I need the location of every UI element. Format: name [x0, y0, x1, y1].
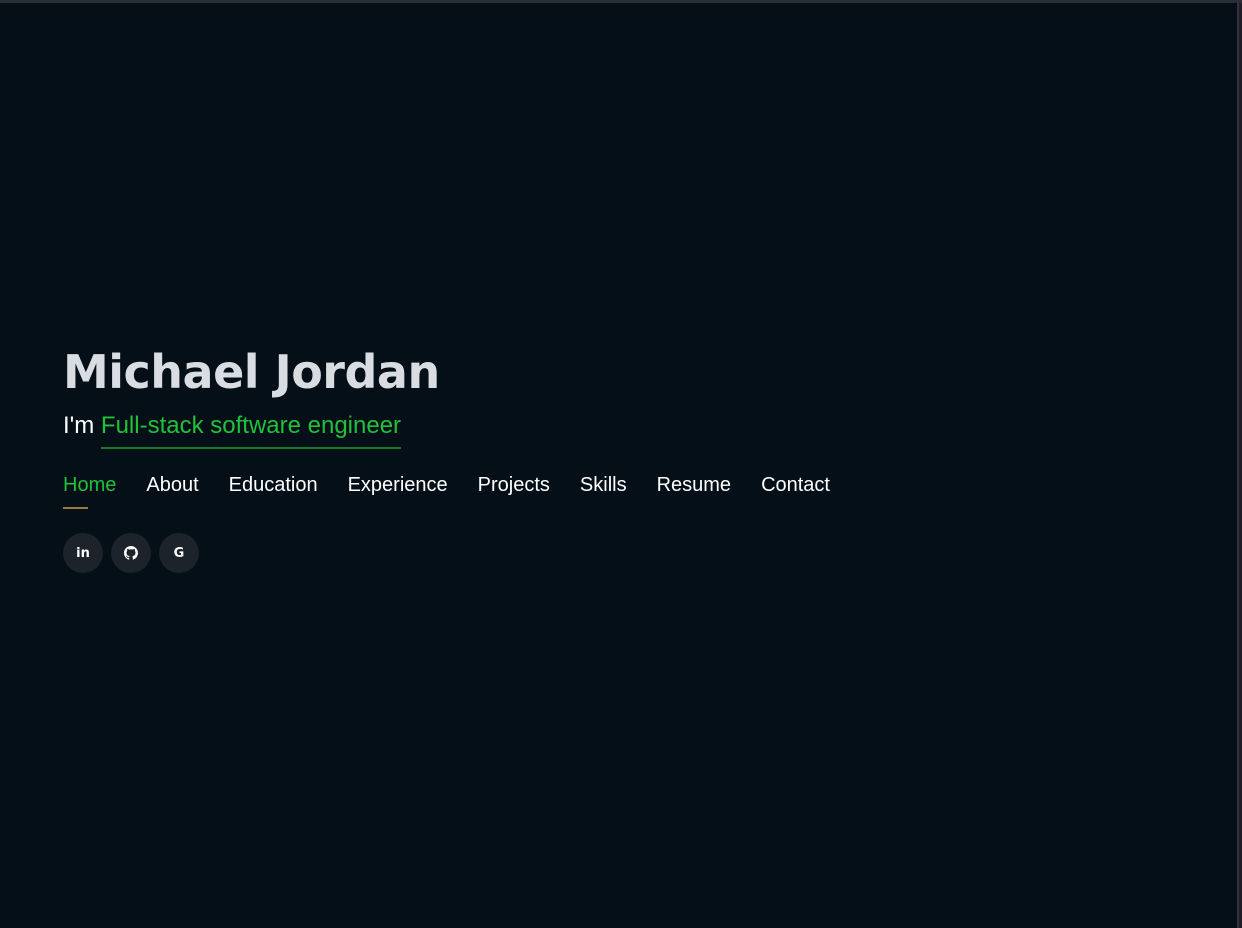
github-icon — [124, 546, 138, 560]
github-link[interactable] — [111, 533, 151, 573]
hero-name: Michael Jordan — [63, 345, 440, 399]
nav-item-projects[interactable]: Projects — [478, 473, 550, 509]
nav-item-education[interactable]: Education — [229, 473, 318, 509]
page-background: Michael Jordan I'm Full-stack software e… — [0, 3, 1239, 928]
hero-tagline: I'm Full-stack software engineer — [63, 411, 860, 449]
nav-item-contact[interactable]: Contact — [761, 473, 830, 509]
nav-item-resume[interactable]: Resume — [657, 473, 731, 509]
linkedin-icon: in — [76, 545, 90, 561]
google-link[interactable]: G — [159, 533, 199, 573]
tagline-prefix: I'm — [63, 412, 101, 439]
social-links: in G — [63, 533, 860, 573]
nav-item-about[interactable]: About — [146, 473, 198, 509]
nav-item-experience[interactable]: Experience — [348, 473, 448, 509]
google-icon: G — [173, 545, 185, 561]
hero-section: Michael Jordan I'm Full-stack software e… — [63, 341, 860, 573]
nav-item-home[interactable]: Home — [63, 473, 116, 509]
main-nav: Home About Education Experience Projects… — [63, 473, 860, 509]
nav-item-skills[interactable]: Skills — [580, 473, 627, 509]
linkedin-link[interactable]: in — [63, 533, 103, 573]
typed-role-text: Full-stack software engineer — [100, 411, 402, 449]
